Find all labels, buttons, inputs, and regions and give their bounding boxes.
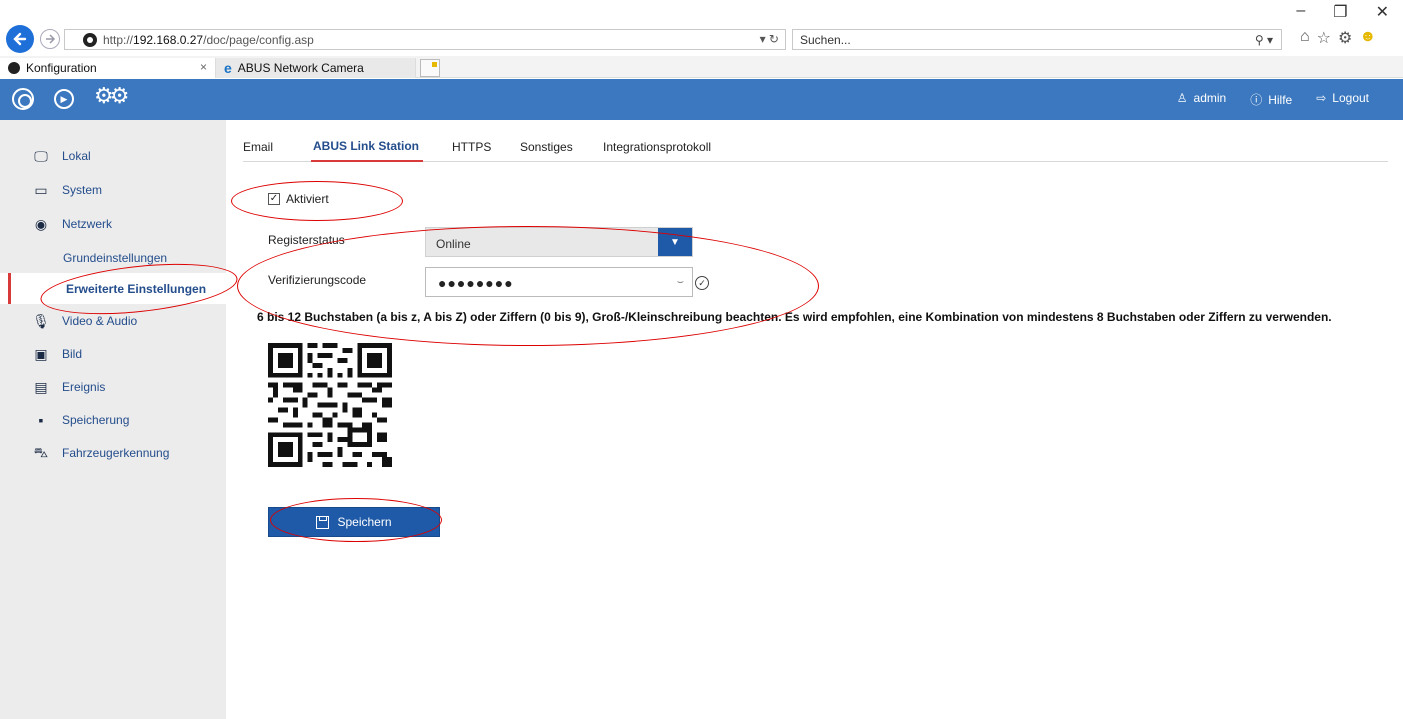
verification-code-value: ●●●●●●●● [438, 275, 514, 291]
playback-icon[interactable]: ▶ [54, 89, 74, 109]
close-tab-icon[interactable]: × [200, 60, 207, 74]
sidebar-item-video-audio[interactable]: 🎙 Video & Audio [0, 310, 226, 332]
configuration-gears-icon[interactable]: ⚙⚙ [94, 83, 130, 109]
sidebar-item-fahrzeugerkennung[interactable]: ⛍ Fahrzeugerkennung [0, 442, 226, 464]
sidebar: 🖵 Lokal ▭ System ◉ Netzwerk Grundeinstel… [0, 120, 226, 719]
restore-button[interactable]: ❐ [1333, 2, 1347, 22]
eye-closed-icon[interactable]: ⌣ [677, 276, 684, 289]
search-icon[interactable]: ⚲ ▾ [1255, 33, 1273, 47]
verification-code-label: Verifizierungscode [268, 273, 367, 287]
tab-title: ABUS Network Camera [237, 61, 364, 75]
status-value: Online [436, 237, 471, 251]
enabled-checkbox[interactable]: ✓ [268, 193, 280, 205]
arrow-right-icon [46, 34, 56, 44]
sidebar-item-bild[interactable]: ▣ Bild [0, 343, 226, 365]
help-button[interactable]: ⓘ Hilfe [1250, 91, 1292, 108]
qr-code-image [268, 343, 392, 467]
sidebar-item-speicherung[interactable]: ▪ Speicherung [0, 409, 226, 431]
browser-toolbar: ⌂ ☆ ⚙ ☻ [1300, 28, 1376, 48]
chevron-down-icon[interactable]: ▼ [658, 228, 692, 256]
back-button[interactable] [6, 25, 34, 53]
new-tab-button[interactable] [420, 59, 440, 77]
microphone-icon: 🎙 [32, 312, 50, 329]
tab-email[interactable]: Email [243, 140, 273, 154]
sidebar-item-system[interactable]: ▭ System [0, 179, 226, 201]
globe-icon: ◉ [34, 215, 48, 232]
tab-integrationsprotokoll[interactable]: Integrationsprotokoll [603, 140, 711, 154]
car-search-icon: ⛍ [33, 443, 49, 460]
user-icon: ♙ [1176, 91, 1188, 105]
save-button[interactable]: Speichern [268, 507, 440, 537]
header-user-menu: ♙ admin ⓘ Hilfe ⇨ Logout [1177, 91, 1369, 108]
tab-sonstiges[interactable]: Sonstiges [520, 140, 573, 154]
password-hint: 6 bis 12 Buchstaben (a bis z, A bis Z) o… [257, 310, 1332, 324]
info-icon: ⓘ [1250, 93, 1263, 107]
browser-tab-konfiguration[interactable]: Konfiguration × [0, 58, 216, 78]
address-bar[interactable]: http://192.168.0.27/doc/page/config.asp … [64, 29, 786, 50]
enabled-checkbox-row[interactable]: ✓ Aktiviert [268, 192, 329, 206]
star-icon[interactable]: ☆ [1317, 28, 1331, 48]
search-input[interactable]: Suchen... ⚲ ▾ [792, 29, 1282, 50]
sidebar-sub-erweiterte-einstellungen[interactable]: Erweiterte Einstellungen [0, 273, 226, 304]
feedback-smiley-icon[interactable]: ☻ [1359, 28, 1376, 48]
minimize-button[interactable]: – [1296, 2, 1305, 22]
logout-button[interactable]: ⇨ Logout [1316, 91, 1369, 108]
home-icon[interactable]: ⌂ [1300, 28, 1310, 48]
user-button[interactable]: ♙ admin [1177, 91, 1226, 108]
save-icon: ▪ [38, 412, 44, 428]
ie-icon: e [224, 60, 232, 76]
window-controls: – ❐ ✕ [1296, 2, 1389, 22]
site-icon [83, 32, 97, 47]
browser-tab-abus[interactable]: e ABUS Network Camera [216, 58, 416, 78]
floppy-disk-icon [316, 515, 330, 529]
address-text[interactable]: http://192.168.0.27/doc/page/config.asp [103, 33, 314, 47]
logout-icon: ⇨ [1316, 91, 1327, 105]
browser-chrome: http://192.168.0.27/doc/page/config.asp … [0, 0, 1403, 56]
sidebar-item-ereignis[interactable]: ▤ Ereignis [0, 376, 226, 398]
live-view-icon[interactable] [12, 88, 34, 110]
search-placeholder: Suchen... [800, 33, 851, 47]
forward-button[interactable] [40, 29, 60, 49]
check-circle-icon: ✓ [695, 276, 709, 290]
tab-https[interactable]: HTTPS [452, 140, 491, 154]
content-tabs: Email ABUS Link Station HTTPS Sonstiges … [243, 128, 1388, 162]
sidebar-item-lokal[interactable]: 🖵 Lokal [0, 145, 226, 167]
close-window-button[interactable]: ✕ [1376, 2, 1389, 22]
verification-code-input[interactable]: ●●●●●●●● ⌣ [425, 267, 693, 297]
site-icon [8, 62, 20, 74]
app-header: ▶ ⚙⚙ ♙ admin ⓘ Hilfe ⇨ Logout [0, 79, 1403, 120]
calendar-icon: ▤ [34, 378, 48, 395]
image-icon: ▣ [34, 345, 48, 362]
arrow-left-icon [13, 32, 27, 46]
sidebar-sub-grundeinstellungen[interactable]: Grundeinstellungen [0, 246, 226, 270]
tab-title: Konfiguration [26, 61, 97, 75]
sidebar-item-netzwerk[interactable]: ◉ Netzwerk [0, 213, 226, 235]
enabled-label: Aktiviert [286, 192, 329, 206]
status-select[interactable]: Online ▼ [425, 227, 693, 257]
browser-tab-strip: Konfiguration × e ABUS Network Camera [0, 56, 1403, 78]
status-label: Registerstatus [268, 233, 345, 247]
gear-icon[interactable]: ⚙ [1338, 28, 1352, 48]
refresh-icon[interactable]: ▾ ↻ [760, 32, 779, 46]
window-icon: ▭ [34, 181, 48, 198]
tab-abus-link-station[interactable]: ABUS Link Station [310, 139, 424, 162]
monitor-icon: 🖵 [34, 147, 48, 164]
